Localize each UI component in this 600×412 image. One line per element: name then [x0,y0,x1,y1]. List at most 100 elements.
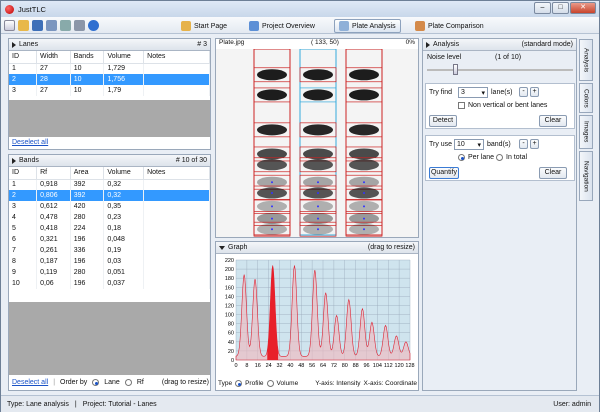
table-cell: 10 [9,278,38,289]
band-marker [363,228,365,231]
table-cell: 9 [9,267,38,278]
band-spot [257,159,287,171]
column-header[interactable]: Bands [70,51,105,64]
table-cell: 392 [70,190,105,201]
export-icon[interactable] [60,19,71,31]
column-header[interactable]: ID [9,51,38,64]
table-cell: 7 [9,245,38,256]
graph-title: Graph [228,244,248,251]
detect-button[interactable]: Detect [429,115,457,127]
table-cell [143,278,210,289]
collapse-icon[interactable] [12,157,16,164]
table-cell: 0,119 [36,267,71,278]
lanes-plus-button[interactable]: + [530,87,539,97]
quantify-button[interactable]: Quantify [429,167,459,179]
band-marker [317,205,319,208]
drag-hint: (drag to resize) [161,379,209,386]
close-button[interactable]: ✕ [570,2,596,14]
table-row[interactable]: 1 27 10 1,729 [9,63,210,74]
print-icon[interactable] [74,19,85,31]
nonvertical-checkbox[interactable] [458,102,465,109]
table-cell: 420 [70,201,105,212]
band-spot [303,124,333,136]
table-cell: 1,79 [103,85,145,96]
lanes-deselect-all[interactable]: Deselect all [12,139,48,146]
type-volume-radio[interactable] [266,380,274,387]
menu-list-icon[interactable] [4,19,15,31]
x-tick-label: 80 [342,363,348,369]
collapse-icon[interactable] [219,245,225,250]
x-tick-label: 88 [353,363,359,369]
x-tick-label: 8 [245,363,248,369]
per-lane-radio[interactable] [458,154,465,161]
nav-project-overview[interactable]: Project Overview [245,19,319,33]
order-lane-radio[interactable] [92,379,100,386]
noise-slider-thumb[interactable] [453,64,458,75]
column-header[interactable]: Notes [143,167,210,180]
sidetab-images[interactable]: Images [579,115,593,149]
bands-deselect-all[interactable]: Deselect all [12,379,48,386]
nav-start-page[interactable]: Start Page [177,19,231,33]
table-row[interactable]: 3 27 10 1,79 [9,85,210,96]
table-row[interactable]: 6 0,321 196 0,048 [9,234,210,245]
noise-slider-track[interactable] [427,69,573,71]
column-header[interactable]: Area [70,167,105,180]
table-row[interactable]: 2 28 10 1,756 [9,74,210,85]
table-cell: 0,037 [103,278,145,289]
collapse-icon[interactable] [426,41,430,48]
clear-bands-button[interactable]: Clear [539,167,567,179]
sidetab-navigation[interactable]: Navigation [579,151,593,201]
sidetab-analysis[interactable]: Analysis [579,39,593,81]
band-spot [303,69,333,81]
save-icon[interactable] [32,19,43,31]
table-row[interactable]: 8 0,187 196 0,03 [9,256,210,267]
table-row[interactable]: 1 0,918 392 0,32 [9,179,210,190]
table-cell: 28 [36,74,71,85]
lanes-count: # 3 [197,41,207,48]
column-header[interactable]: Volume [103,51,145,64]
table-cell [143,256,210,267]
table-row[interactable]: 3 0,612 420 0,35 [9,201,210,212]
help-icon[interactable] [88,19,99,31]
open-folder-icon[interactable] [18,19,29,31]
table-row[interactable]: 5 0,418 224 0,18 [9,223,210,234]
nav-plate-comparison[interactable]: Plate Comparison [411,19,488,33]
clear-lanes-button[interactable]: Clear [539,115,567,127]
table-cell: 5 [9,223,38,234]
band-marker [363,192,365,195]
table-row[interactable]: 2 0,806 392 0,32 [9,190,210,201]
type-profile-radio[interactable] [235,380,243,387]
nav-plate-analysis[interactable]: Plate Analysis [334,19,401,33]
collapse-icon[interactable] [12,41,16,48]
column-header[interactable]: ID [9,167,38,180]
table-cell: 196 [70,256,105,267]
plate-panel: Plate.jpg ( 133, 50) 0% [215,38,419,238]
plate-image[interactable] [216,48,418,237]
lanes-count-select[interactable]: 3 ▾ [458,87,488,98]
column-header[interactable]: Volume [103,167,145,180]
lanes-minus-button[interactable]: - [519,87,528,97]
column-header[interactable]: Rf [36,167,71,180]
table-row[interactable]: 7 0,261 336 0,19 [9,245,210,256]
save-as-icon[interactable] [46,19,57,31]
order-rf-radio[interactable] [124,379,132,386]
bands-minus-button[interactable]: - [519,139,528,149]
y-tick-label: 180 [225,276,234,282]
table-cell: 0,612 [36,201,71,212]
table-row[interactable]: 9 0,119 280 0,051 [9,267,210,278]
table-cell [143,223,210,234]
column-header[interactable]: Notes [143,51,210,64]
column-header[interactable]: Width [36,51,71,64]
table-cell [143,179,210,190]
table-cell [143,74,210,85]
table-cell: 0,478 [36,212,71,223]
sidetab-colors[interactable]: Colors [579,83,593,113]
table-row[interactable]: 4 0,478 280 0,23 [9,212,210,223]
in-total-radio[interactable] [496,154,503,161]
bands-plus-button[interactable]: + [530,139,539,149]
y-tick-label: 200 [225,267,234,273]
minimize-button[interactable]: – [534,2,551,14]
bands-count-select[interactable]: 10 ▾ [454,139,484,150]
maximize-button[interactable]: □ [552,2,569,14]
table-row[interactable]: 10 0,06 196 0,037 [9,278,210,289]
